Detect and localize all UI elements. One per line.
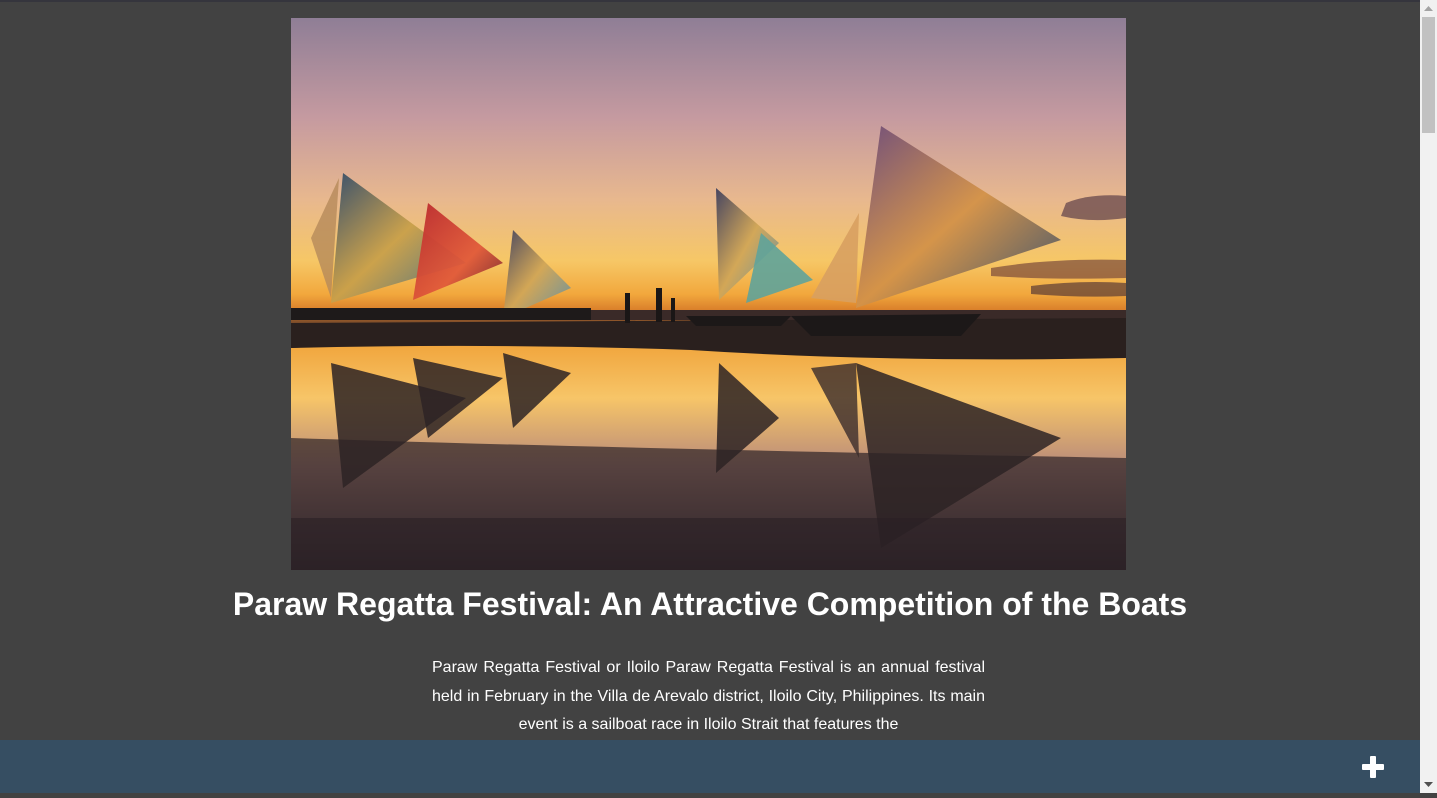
scrollbar-thumb[interactable] bbox=[1422, 17, 1435, 133]
hero-image bbox=[291, 18, 1126, 570]
bottom-action-bar bbox=[0, 740, 1420, 793]
vertical-scrollbar[interactable] bbox=[1420, 0, 1437, 793]
scroll-down-arrow-icon[interactable] bbox=[1420, 776, 1437, 793]
scroll-up-arrow-icon[interactable] bbox=[1420, 0, 1437, 17]
article-title: Paraw Regatta Festival: An Attractive Co… bbox=[232, 586, 1188, 622]
plus-icon bbox=[1362, 756, 1384, 778]
expand-button[interactable] bbox=[1360, 754, 1386, 780]
article-paragraph: Paraw Regatta Festival or Iloilo Paraw R… bbox=[432, 659, 985, 733]
page-content: Paraw Regatta Festival: An Attractive Co… bbox=[0, 0, 1420, 793]
